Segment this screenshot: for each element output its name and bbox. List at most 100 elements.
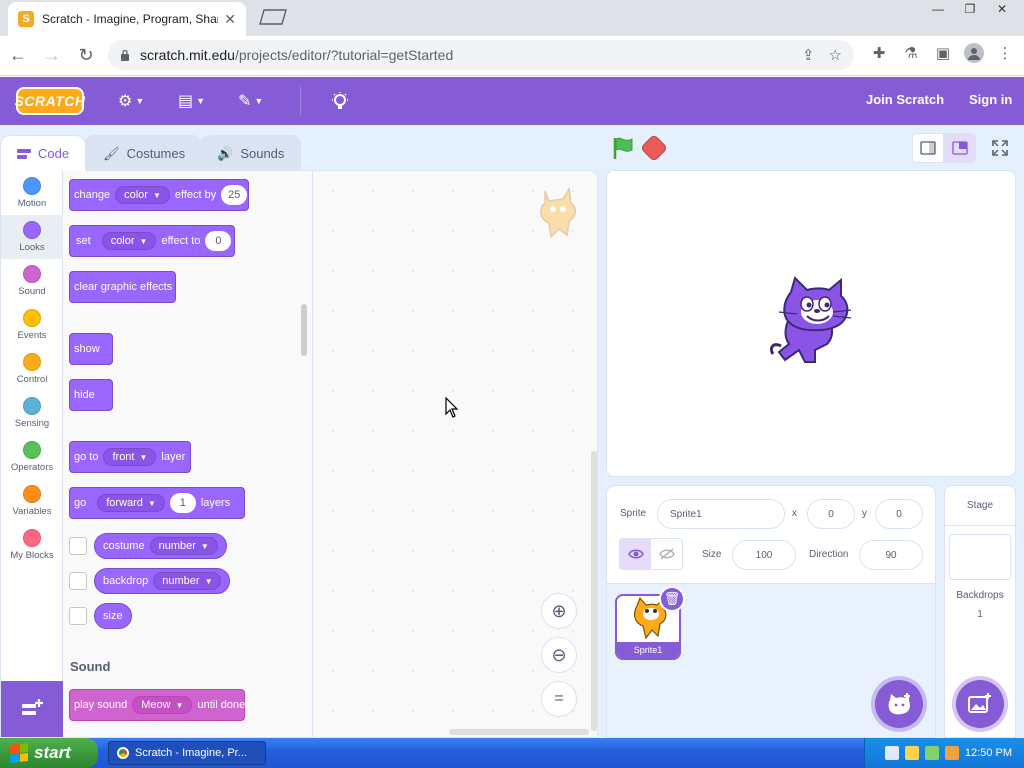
- new-tab-icon[interactable]: [258, 9, 288, 25]
- stop-sign-icon[interactable]: [639, 133, 669, 163]
- block-clear-effects[interactable]: clear graphic effects: [69, 271, 176, 303]
- settings-menu[interactable]: ⚙ ▼: [118, 91, 144, 111]
- block-play-sound-until-done[interactable]: play sound Meow ▼ until done: [69, 689, 245, 721]
- costume-checkbox[interactable]: [69, 537, 87, 555]
- cat-sprite-icon[interactable]: [767, 276, 857, 368]
- fullscreen-button[interactable]: [984, 133, 1016, 163]
- zoom-reset-button[interactable]: =: [541, 681, 577, 717]
- palette-scrollbar[interactable]: [301, 304, 307, 356]
- y-position-input[interactable]: 0: [875, 499, 923, 529]
- direction-input[interactable]: 90: [859, 540, 923, 570]
- browser-tab[interactable]: S Scratch - Imagine, Program, Share ✕: [8, 2, 246, 36]
- category-sound[interactable]: Sound: [1, 259, 63, 303]
- zoom-in-button[interactable]: ⊕: [541, 593, 577, 629]
- dropdown-caret-icon: ▼: [152, 190, 161, 200]
- taskbar-chrome-window[interactable]: Scratch - Imagine, Pr...: [108, 741, 266, 765]
- category-operators[interactable]: Operators: [1, 435, 63, 479]
- bookmark-star-icon[interactable]: ☆: [829, 46, 842, 64]
- start-button[interactable]: start: [0, 738, 98, 768]
- forward-icon[interactable]: →: [36, 40, 68, 72]
- effect-dropdown[interactable]: color ▼: [101, 232, 157, 250]
- script-workspace[interactable]: ⊕ ⊖ =: [313, 171, 597, 737]
- search-icon[interactable]: [944, 746, 959, 760]
- backdrop-dropdown[interactable]: number ▼: [153, 572, 222, 590]
- category-my-blocks[interactable]: My Blocks: [1, 523, 63, 567]
- show-toggle-group: [619, 538, 683, 570]
- menu-kebab-icon[interactable]: ⋮: [994, 42, 1016, 64]
- workspace-vertical-scrollbar[interactable]: [591, 451, 597, 731]
- close-icon[interactable]: ✕: [988, 0, 1016, 18]
- block-go-to-layer[interactable]: go to front ▼ layer: [69, 441, 191, 473]
- reporter-costume[interactable]: costume number ▼: [94, 533, 227, 559]
- hide-sprite-button[interactable]: [651, 539, 682, 569]
- choose-sprite-button[interactable]: [875, 680, 923, 728]
- category-looks[interactable]: Looks: [1, 215, 63, 259]
- block-show[interactable]: show: [69, 333, 113, 365]
- layer-dropdown[interactable]: front ▼: [103, 448, 157, 466]
- block-change-effect[interactable]: change color ▼ effect by 25: [69, 179, 249, 211]
- dropdown-caret-icon: ▼: [139, 452, 148, 462]
- stage-canvas[interactable]: [606, 170, 1016, 477]
- tab-code[interactable]: Code: [0, 135, 87, 171]
- lab-flask-icon[interactable]: ⚗: [900, 42, 922, 64]
- size-checkbox[interactable]: [69, 607, 87, 625]
- reporter-backdrop[interactable]: backdrop number ▼: [94, 568, 231, 594]
- scratch-logo[interactable]: SCRATCH: [15, 87, 85, 115]
- tutorials-lightbulb-icon[interactable]: [331, 91, 349, 111]
- block-hide[interactable]: hide: [69, 379, 113, 411]
- profile-avatar-icon[interactable]: [964, 43, 984, 63]
- side-panel-icon[interactable]: ▣: [932, 42, 954, 64]
- small-stage-button[interactable]: [912, 133, 944, 163]
- delete-sprite-button[interactable]: 🗑: [659, 586, 685, 612]
- category-control[interactable]: Control: [1, 347, 63, 391]
- zoom-out-button[interactable]: ⊖: [541, 637, 577, 673]
- stage-selector[interactable]: Stage Backdrops 1: [944, 485, 1016, 738]
- number-input[interactable]: 0: [205, 231, 232, 251]
- category-events[interactable]: Events: [1, 303, 63, 347]
- minimize-icon[interactable]: —: [924, 0, 952, 18]
- sprite-name-input[interactable]: Sprite1: [657, 499, 785, 529]
- share-icon[interactable]: ⇪: [802, 46, 815, 64]
- costume-dropdown[interactable]: number ▼: [149, 537, 218, 555]
- direction-dropdown[interactable]: forward ▼: [97, 494, 165, 512]
- block-set-effect[interactable]: set color ▼ effect to 0: [69, 225, 235, 257]
- network-icon[interactable]: [924, 746, 939, 760]
- back-icon[interactable]: ←: [2, 40, 34, 72]
- shield-icon[interactable]: [904, 746, 919, 760]
- block-text: layers: [200, 497, 231, 509]
- sound-dot-icon: [23, 265, 41, 283]
- show-sprite-button[interactable]: [620, 539, 651, 569]
- number-input[interactable]: 1: [169, 493, 196, 513]
- restore-icon[interactable]: ❐: [956, 0, 984, 18]
- edit-menu[interactable]: ✎ ▼: [238, 91, 263, 111]
- brush-icon: 🖌: [103, 145, 120, 161]
- sprite-ghost-icon: [540, 186, 576, 239]
- file-menu[interactable]: ▤ ▼: [178, 91, 205, 111]
- effect-dropdown[interactable]: color ▼: [115, 186, 170, 204]
- size-input[interactable]: 100: [732, 540, 796, 570]
- category-motion[interactable]: Motion: [1, 171, 63, 215]
- green-flag-icon[interactable]: [610, 135, 636, 161]
- tab-costumes[interactable]: 🖌 Costumes: [84, 135, 203, 171]
- address-bar[interactable]: scratch.mit.edu/projects/editor/?tutoria…: [108, 40, 854, 70]
- backdrop-thumbnail[interactable]: [949, 534, 1011, 580]
- reporter-size[interactable]: size: [94, 603, 132, 629]
- tab-sounds[interactable]: 🔊 Sounds: [200, 135, 302, 171]
- category-variables[interactable]: Variables: [1, 479, 63, 523]
- reload-icon[interactable]: ↻: [70, 40, 102, 72]
- category-sensing[interactable]: Sensing: [1, 391, 63, 435]
- number-input[interactable]: 25: [221, 185, 248, 205]
- choose-backdrop-button[interactable]: [956, 680, 1004, 728]
- add-extension-button[interactable]: [1, 681, 63, 737]
- sound-dropdown[interactable]: Meow ▼: [132, 696, 193, 714]
- normal-stage-button[interactable]: [944, 133, 976, 163]
- workspace-horizontal-scrollbar[interactable]: [449, 729, 589, 735]
- keyboard-icon[interactable]: [884, 746, 899, 760]
- sign-in-link[interactable]: Sign in: [969, 92, 1012, 107]
- backdrop-checkbox[interactable]: [69, 572, 87, 590]
- extensions-icon[interactable]: ✚: [868, 42, 890, 64]
- x-position-input[interactable]: 0: [807, 499, 855, 529]
- block-go-layers[interactable]: go forward ▼ 1 layers: [69, 487, 245, 519]
- tab-close-icon[interactable]: ✕: [224, 11, 236, 28]
- join-scratch-link[interactable]: Join Scratch: [866, 92, 944, 107]
